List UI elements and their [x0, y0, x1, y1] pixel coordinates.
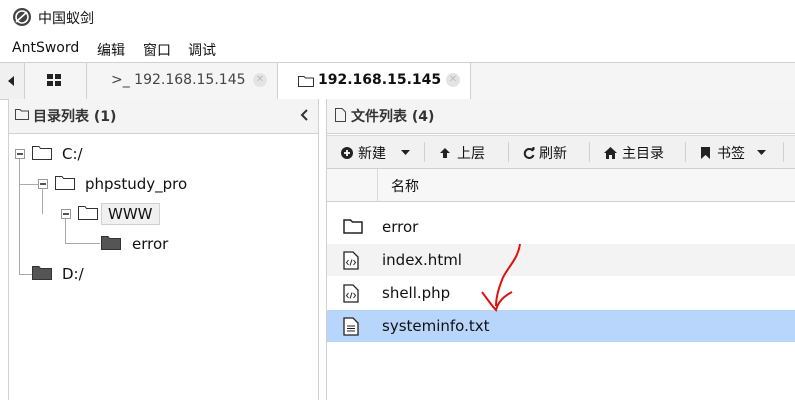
directory-panel: 目录列表 (1) C:/ phpstudy_pro WWW error D:/: [8, 99, 319, 400]
tree-node-label: error: [132, 235, 169, 253]
tree-expander-icon[interactable]: [38, 179, 48, 189]
tree-expander-icon[interactable]: [61, 209, 71, 219]
caret-left-icon: [8, 76, 14, 86]
file-row[interactable]: error: [327, 211, 795, 244]
file-name: shell.php: [382, 284, 451, 302]
home-icon: [604, 147, 617, 159]
tree-expander-icon[interactable]: [15, 149, 25, 159]
bookmark-button[interactable]: 书签: [701, 136, 773, 168]
tree-node-phpstudy-pro[interactable]: phpstudy_pro: [9, 172, 309, 196]
file-list-title: 文件列表 (4): [351, 109, 435, 125]
tree-node-error[interactable]: error: [9, 232, 309, 256]
up-button-label: 上层: [457, 146, 485, 162]
menu-antsword[interactable]: AntSword: [12, 40, 79, 56]
toolbar-divider: [589, 142, 590, 162]
new-button[interactable]: 新建: [341, 136, 415, 168]
menu-edit[interactable]: 编辑: [97, 40, 125, 60]
new-button-label: 新建: [358, 146, 386, 162]
menu-debug[interactable]: 调试: [188, 40, 216, 60]
tab-scroll-left-button[interactable]: [0, 63, 25, 99]
plus-circle-icon: [341, 147, 353, 159]
folder-outline-icon: [78, 206, 98, 220]
title-bar: 中国蚁剑: [0, 0, 795, 34]
tab-file-manager-close-icon[interactable]: ✕: [446, 73, 460, 87]
file-row[interactable]: shell.php: [327, 277, 795, 310]
tab-file-manager[interactable]: 192.168.15.145 ✕: [278, 63, 471, 100]
tree-node-label: phpstudy_pro: [85, 175, 188, 193]
tree-node-label: D:/: [62, 265, 84, 283]
file-list-header: 文件列表 (4): [327, 99, 795, 134]
bookmark-button-label: 书签: [717, 146, 745, 162]
folder-icon: [15, 109, 29, 120]
file-row[interactable]: index.html: [327, 244, 795, 277]
tree-node-label-selected: WWW: [101, 203, 160, 225]
tab-terminal-label: >_ 192.168.15.145: [111, 72, 246, 88]
folder-outline-icon: [343, 219, 363, 234]
tree-node-www[interactable]: WWW: [9, 202, 309, 226]
grid-icon: [47, 74, 61, 86]
directory-panel-header: 目录列表 (1): [9, 99, 318, 134]
menu-window[interactable]: 窗口: [143, 40, 171, 60]
refresh-icon: [523, 147, 535, 159]
file-row-selected[interactable]: systeminfo.txt: [327, 310, 795, 343]
tab-terminal-close-icon[interactable]: ✕: [253, 73, 267, 87]
code-file-icon: [343, 284, 359, 303]
bookmark-icon: [701, 147, 710, 159]
home-button-label: 主目录: [622, 146, 664, 162]
tree-node-label: C:/: [62, 145, 83, 163]
tab-file-manager-label: 192.168.15.145: [318, 72, 442, 88]
home-button[interactable]: 主目录: [604, 136, 676, 168]
file-name: index.html: [382, 251, 462, 269]
toolbar-divider: [783, 142, 784, 162]
folder-icon: [298, 76, 314, 87]
toolbar-divider: [424, 142, 425, 162]
column-header-name[interactable]: 名称: [391, 176, 419, 196]
file-list-column-header: 名称: [327, 169, 795, 202]
tab-home-grid[interactable]: [24, 63, 87, 99]
toolbar-divider: [685, 142, 686, 162]
file-list-panel: 文件列表 (4) 新建 上层 刷新 主目录 书签 名称 error index.…: [326, 99, 795, 400]
window-title: 中国蚁剑: [38, 11, 94, 27]
arrow-up-icon: [440, 148, 450, 158]
folder-filled-icon: [101, 236, 121, 250]
column-header-corner: [327, 169, 378, 201]
file-toolbar: 新建 上层 刷新 主目录 书签: [327, 135, 795, 169]
caret-down-icon: [757, 150, 766, 155]
antsword-logo-icon: [13, 8, 31, 26]
file-name: error: [382, 218, 419, 236]
text-file-icon: [343, 317, 359, 336]
refresh-button[interactable]: 刷新: [523, 136, 583, 168]
menu-bar: AntSword 编辑 窗口 调试: [0, 36, 795, 62]
folder-filled-icon: [32, 266, 52, 280]
folder-outline-icon: [32, 146, 52, 160]
annotation-arrow-icon: [481, 243, 521, 312]
tree-node-d-drive[interactable]: D:/: [9, 262, 309, 286]
tree-node-c-drive[interactable]: C:/: [9, 142, 309, 166]
directory-panel-title: 目录列表 (1): [33, 109, 117, 125]
caret-down-icon: [401, 150, 410, 155]
toolbar-divider: [508, 142, 509, 162]
tab-terminal[interactable]: >_ 192.168.15.145 ✕: [87, 63, 278, 99]
file-icon: [335, 108, 346, 122]
collapse-panel-icon[interactable]: [300, 109, 308, 121]
code-file-icon: [343, 251, 359, 270]
folder-outline-icon: [55, 176, 75, 190]
tab-bar: >_ 192.168.15.145 ✕ 192.168.15.145 ✕: [0, 62, 795, 100]
up-button[interactable]: 上层: [439, 136, 499, 168]
refresh-button-label: 刷新: [539, 146, 567, 162]
